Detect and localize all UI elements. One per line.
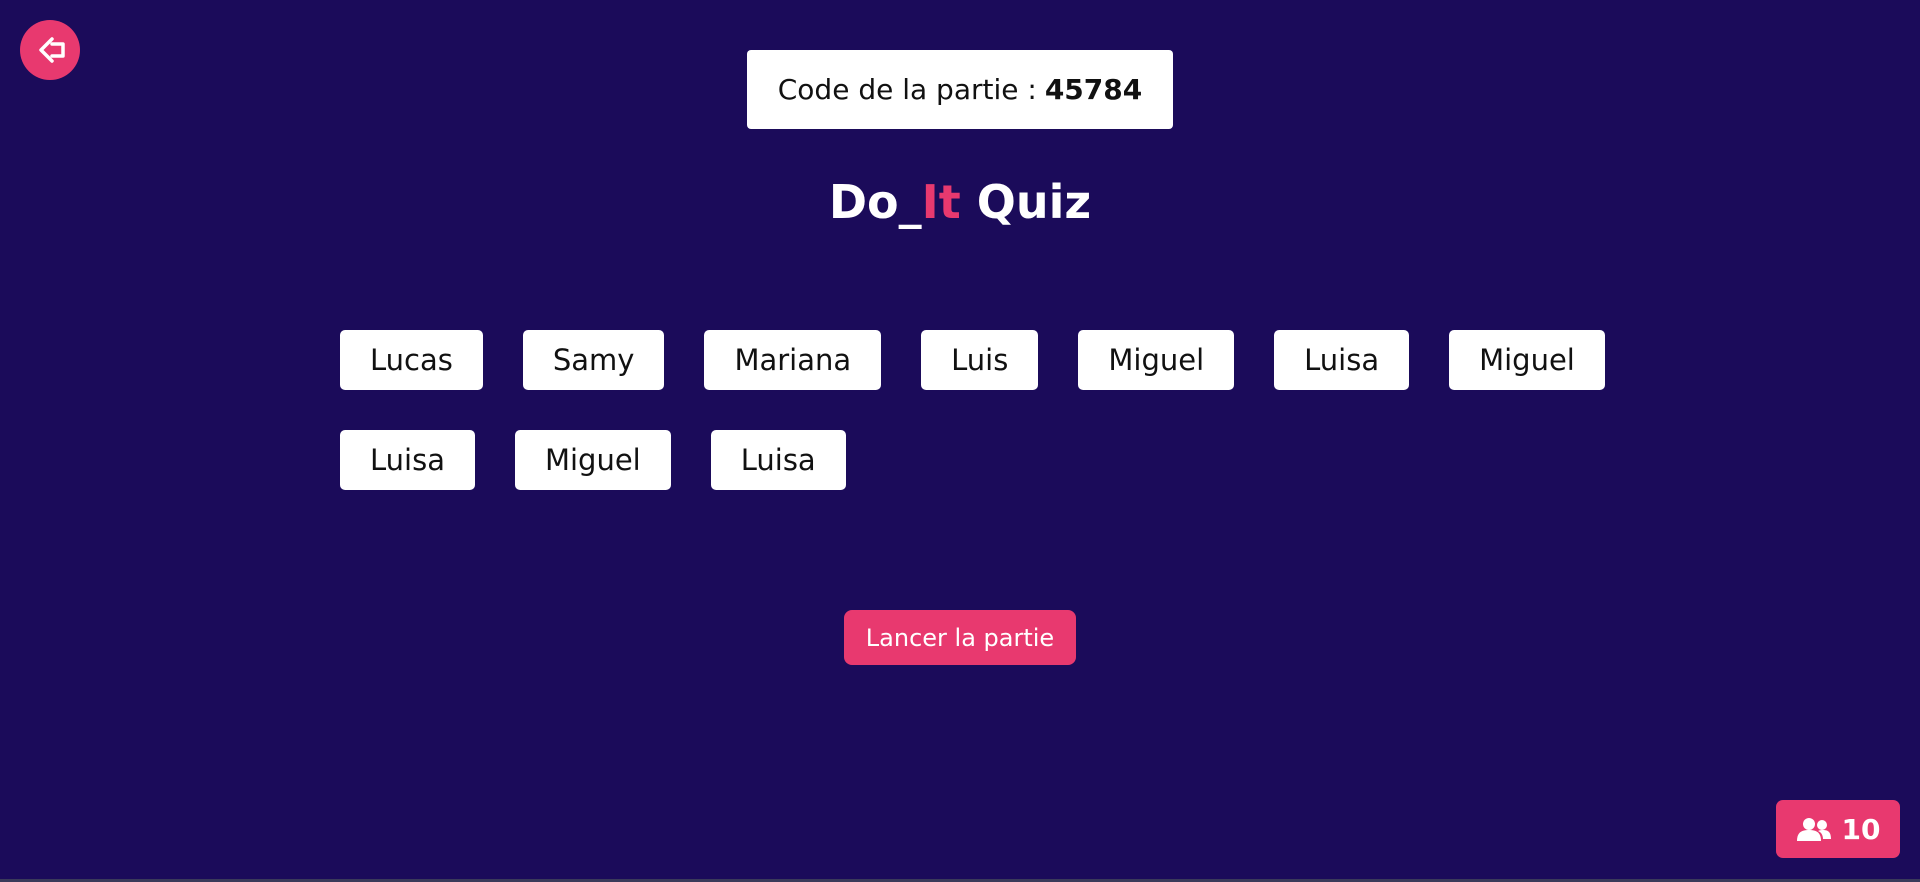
- game-code-label: Code de la partie :: [777, 73, 1037, 106]
- logo-part-it: It: [921, 175, 961, 229]
- player-chip: Miguel: [514, 430, 671, 490]
- player-count-value: 10: [1841, 812, 1881, 846]
- arrow-left-icon: [39, 37, 65, 63]
- player-chip: Miguel: [1449, 330, 1605, 390]
- logo-part-do: Do_: [828, 175, 922, 229]
- app-logo: Do_It Quiz: [0, 175, 1920, 229]
- player-chip: Luisa: [1274, 330, 1410, 390]
- users-icon: [1796, 818, 1831, 841]
- player-chip: Luis: [921, 330, 1039, 390]
- game-code-value: 45784: [1044, 73, 1143, 106]
- back-button[interactable]: [20, 20, 80, 80]
- logo-part-quiz: Quiz: [960, 175, 1092, 229]
- start-game-button[interactable]: Lancer la partie: [844, 610, 1076, 665]
- player-chip: Samy: [522, 330, 665, 390]
- player-chip: Lucas: [340, 330, 483, 390]
- game-code-box: Code de la partie : 45784: [747, 50, 1173, 129]
- player-chip: Luisa: [340, 430, 475, 490]
- players-list: Lucas Samy Mariana Luis Miguel Luisa Mig…: [340, 330, 1640, 490]
- player-chip: Miguel: [1078, 330, 1235, 390]
- player-count-badge[interactable]: 10: [1776, 800, 1900, 858]
- player-chip: Luisa: [710, 430, 846, 490]
- player-chip: Mariana: [704, 330, 882, 390]
